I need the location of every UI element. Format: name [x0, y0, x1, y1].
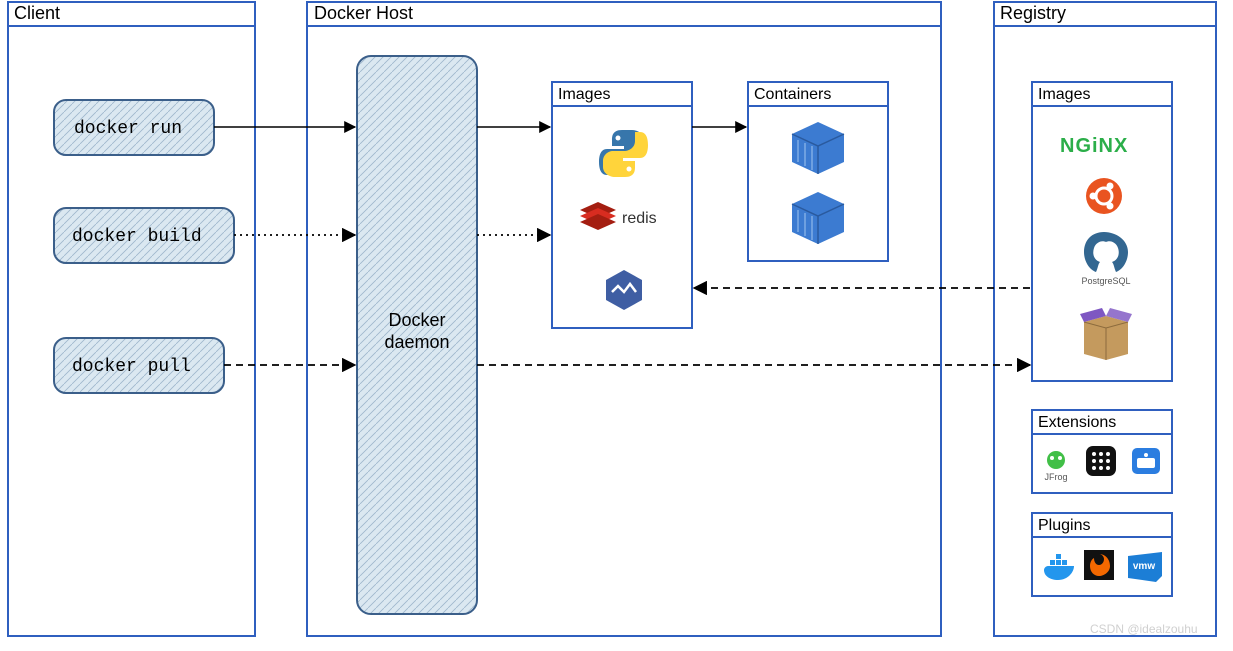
cmd-docker-run: docker run [54, 100, 214, 155]
nginx-icon: NGiNX [1060, 135, 1128, 157]
registry-plugins-panel: Plugins vmw [1032, 513, 1172, 596]
svg-text:docker build: docker build [72, 227, 202, 247]
svg-text:daemon: daemon [384, 332, 449, 352]
architecture-diagram: Client docker run docker build docker pu… [0, 0, 1233, 651]
client-panel: Client docker run docker build docker pu… [8, 2, 255, 636]
svg-text:Docker: Docker [388, 310, 445, 330]
registry-images-title: Images [1038, 86, 1090, 103]
registry-panel: Registry Images NGiNX PostgreSQL [994, 2, 1216, 636]
grid-app-icon [1086, 446, 1116, 476]
host-images-title: Images [558, 86, 610, 103]
svg-text:docker pull: docker pull [72, 357, 191, 377]
box-icon [1080, 308, 1132, 360]
python-icon [599, 130, 648, 177]
extensions-title: Extensions [1038, 414, 1116, 431]
device-icon [1132, 448, 1160, 474]
svg-text:PostgreSQL: PostgreSQL [1081, 276, 1130, 286]
redis-icon: redis [580, 202, 657, 230]
registry-title: Registry [1000, 3, 1066, 23]
docker-daemon: Docker daemon [357, 56, 477, 614]
docker-icon [1044, 554, 1074, 580]
host-title: Docker Host [314, 3, 413, 23]
svg-text:redis: redis [622, 210, 657, 227]
vmw-icon: vmw [1128, 552, 1162, 582]
container-icon [792, 122, 844, 174]
registry-extensions-panel: Extensions JFrog [1032, 410, 1172, 493]
plugins-title: Plugins [1038, 517, 1090, 534]
registry-images-panel: Images NGiNX PostgreSQL [1032, 82, 1172, 381]
jfrog-icon: JFrog [1044, 451, 1067, 482]
watermark: CSDN @idealzouhu [1090, 622, 1198, 636]
ubuntu-icon [1086, 178, 1122, 214]
host-containers-title: Containers [754, 86, 831, 103]
host-containers-panel: Containers [748, 82, 888, 261]
svg-text:JFrog: JFrog [1044, 472, 1067, 482]
host-images-panel: Images redis [552, 82, 692, 328]
client-title: Client [14, 3, 60, 23]
container-icon [792, 192, 844, 244]
cmd-docker-build: docker build [54, 208, 234, 263]
host-panel: Docker Host Docker daemon Images [307, 2, 941, 636]
svg-text:vmw: vmw [1133, 561, 1155, 572]
postgres-icon: PostgreSQL [1081, 232, 1130, 286]
svg-text:docker run: docker run [74, 119, 182, 139]
cmd-docker-pull: docker pull [54, 338, 224, 393]
grafana-icon [1084, 550, 1114, 580]
hex-icon [606, 270, 642, 310]
